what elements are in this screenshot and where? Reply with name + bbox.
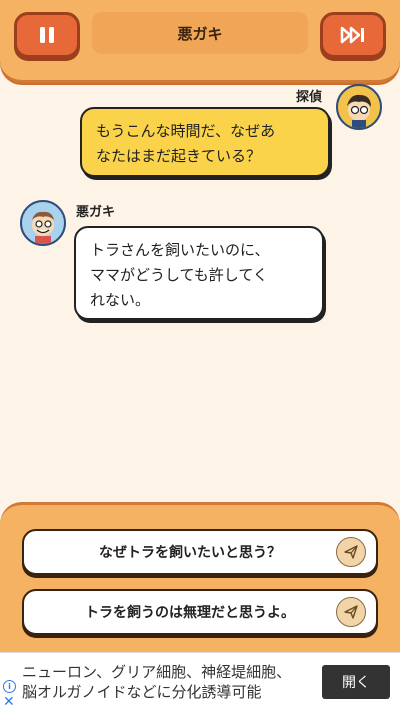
speaker-name-bad-kid: 悪ガキ: [76, 205, 116, 220]
choice-panel: なぜトラを飼いたいと思う？ トラを飼うのは無理だと思うよ。: [0, 502, 400, 655]
send-icon: [336, 597, 366, 627]
pause-icon: [40, 27, 54, 43]
pause-button[interactable]: [14, 12, 80, 58]
ad-text: ニューロン、グリア細胞、神経堤細胞、 脳オルガノイドなどに分化誘導可能: [22, 663, 292, 701]
choice-option-1[interactable]: なぜトラを飼いたいと思う？: [22, 529, 378, 575]
send-icon: [336, 537, 366, 567]
ad-open-button[interactable]: 開く: [322, 665, 390, 699]
bad-kid-message-bubble: トラさんを飼いたいのに、 ママがどうしても許してく れない。: [74, 226, 324, 320]
skip-icon: [340, 26, 364, 44]
detective-avatar: [336, 84, 382, 130]
choice-option-2[interactable]: トラを飼うのは無理だと思うよ。: [22, 589, 378, 635]
choice-label: なぜトラを飼いたいと思う？: [99, 545, 281, 561]
top-bar: 悪ガキ: [0, 0, 400, 83]
info-icon[interactable]: i: [3, 680, 16, 693]
skip-button[interactable]: [320, 12, 386, 58]
bad-kid-avatar: [20, 200, 66, 246]
speaker-name-detective: 探偵: [296, 90, 323, 105]
speaker-title: 悪ガキ: [92, 12, 308, 54]
close-icon[interactable]: ✕: [3, 695, 15, 709]
detective-message-bubble: もうこんな時間だ、なぜあ なたはまだ起きている？: [80, 107, 330, 177]
ad-banner[interactable]: i ✕ ニューロン、グリア細胞、神経堤細胞、 脳オルガノイドなどに分化誘導可能 …: [0, 652, 400, 712]
choice-label: トラを飼うのは無理だと思うよ。: [85, 605, 295, 621]
